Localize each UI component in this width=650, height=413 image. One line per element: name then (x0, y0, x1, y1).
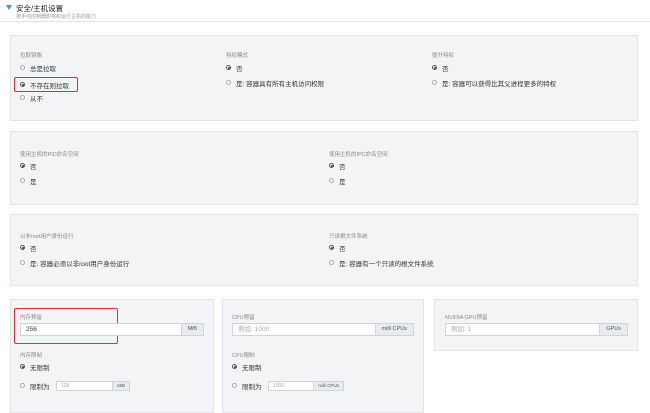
gpu-reservation-field: 例如: 1 GPUs (445, 323, 628, 336)
non-root-label: 以非root用户身份运行 (20, 234, 74, 240)
section-subtitle: 按手动控制器影响和运行主机的能力 (16, 14, 97, 20)
host-pid-yes-option[interactable]: 是 (20, 176, 37, 186)
host-ipc-label: 使用主机的IPC命名空间 (329, 152, 388, 158)
radio-icon (20, 260, 25, 265)
radio-icon (20, 383, 25, 388)
radio-selected-icon (329, 163, 334, 168)
radio-icon (226, 80, 231, 85)
radio-icon (20, 65, 25, 70)
cpu-limit-label: CPU限制 (232, 353, 255, 359)
radio-selected-icon (20, 163, 25, 168)
escalation-yes-option[interactable]: 是: 容器可以获得比其父进程更多的特权 (432, 78, 556, 88)
readonly-fs-yes-option[interactable]: 是: 容器有一个只读的根文件系统 (329, 258, 434, 268)
radio-icon (232, 383, 237, 388)
gpu-reservation-input[interactable]: 例如: 1 (446, 324, 599, 335)
memory-reservation-label: 内存预留 (20, 315, 43, 321)
radio-icon (432, 80, 437, 85)
section-header[interactable]: 安全/主机设置 按手动控制器影响和运行主机的能力 (0, 0, 650, 22)
chevron-down-icon (6, 5, 12, 10)
readonly-fs-no-option[interactable]: 否 (329, 243, 346, 253)
cpu-limit-to-option[interactable]: 限制为 (232, 381, 262, 391)
radio-icon (329, 260, 334, 265)
cpu-unlimited-option[interactable]: 无限制 (232, 362, 262, 372)
memory-limit-label: 内存限制 (20, 353, 43, 359)
radio-selected-icon (432, 65, 437, 70)
host-ipc-no-option[interactable]: 否 (329, 161, 346, 171)
host-pid-label: 使用主机的PID命名空间 (20, 152, 79, 158)
memory-limit-field: 128 MiB (56, 381, 130, 391)
memory-reservation-input[interactable]: 256 (21, 324, 181, 335)
gpu-reservation-label: NVIDIA GPU预留 (445, 315, 488, 321)
escalation-label: 提升特权 (432, 53, 455, 59)
privileged-label: 特权模式 (226, 53, 249, 59)
memory-unlimited-option[interactable]: 无限制 (20, 362, 50, 372)
radio-selected-icon (232, 364, 237, 369)
memory-limit-to-option[interactable]: 限制为 (20, 381, 50, 391)
host-ipc-yes-option[interactable]: 是 (329, 176, 346, 186)
radio-icon (20, 95, 25, 100)
radio-selected-icon (329, 245, 334, 250)
radio-icon (20, 178, 25, 183)
cpu-reservation-unit: milli CPUs (374, 324, 413, 335)
memory-reservation-unit: MiB (180, 324, 203, 335)
radio-selected-icon (20, 245, 25, 250)
escalation-no-option[interactable]: 否 (432, 63, 449, 73)
memory-limit-input[interactable]: 128 (57, 382, 112, 390)
radio-icon (329, 178, 334, 183)
radio-selected-icon (20, 82, 25, 87)
panel-host-namespaces (10, 131, 638, 205)
cpu-limit-field: 1000 milli CPUs (268, 381, 344, 391)
cpu-limit-input[interactable]: 1000 (269, 382, 313, 390)
pull-policy-label: 拉取镜像 (20, 53, 43, 59)
memory-limit-unit: MiB (112, 382, 129, 390)
non-root-yes-option[interactable]: 是: 容器必须以非root用户身份运行 (20, 258, 129, 268)
non-root-no-option[interactable]: 否 (20, 243, 37, 253)
cpu-reservation-field: 例如: 1000 milli CPUs (232, 323, 414, 336)
cpu-limit-unit: milli CPUs (313, 382, 343, 390)
cpu-reservation-label: CPU预留 (232, 315, 255, 321)
memory-reservation-field: 256 MiB (20, 323, 204, 336)
panel-user-filesystem (10, 214, 638, 286)
readonly-fs-label: 只读根文件系统 (329, 234, 368, 240)
radio-selected-icon (20, 364, 25, 369)
pull-never-option[interactable]: 从不 (20, 93, 43, 103)
radio-selected-icon (226, 65, 231, 70)
gpu-reservation-unit: GPUs (599, 324, 627, 335)
cpu-reservation-input[interactable]: 例如: 1000 (233, 324, 375, 335)
pull-if-not-present-option[interactable]: 不存在则拉取 (20, 80, 69, 90)
privileged-no-option[interactable]: 否 (226, 63, 243, 73)
pull-always-option[interactable]: 总是拉取 (20, 63, 56, 73)
host-pid-no-option[interactable]: 否 (20, 161, 37, 171)
privileged-yes-option[interactable]: 是: 容器具有所有主机访问权限 (226, 78, 324, 88)
